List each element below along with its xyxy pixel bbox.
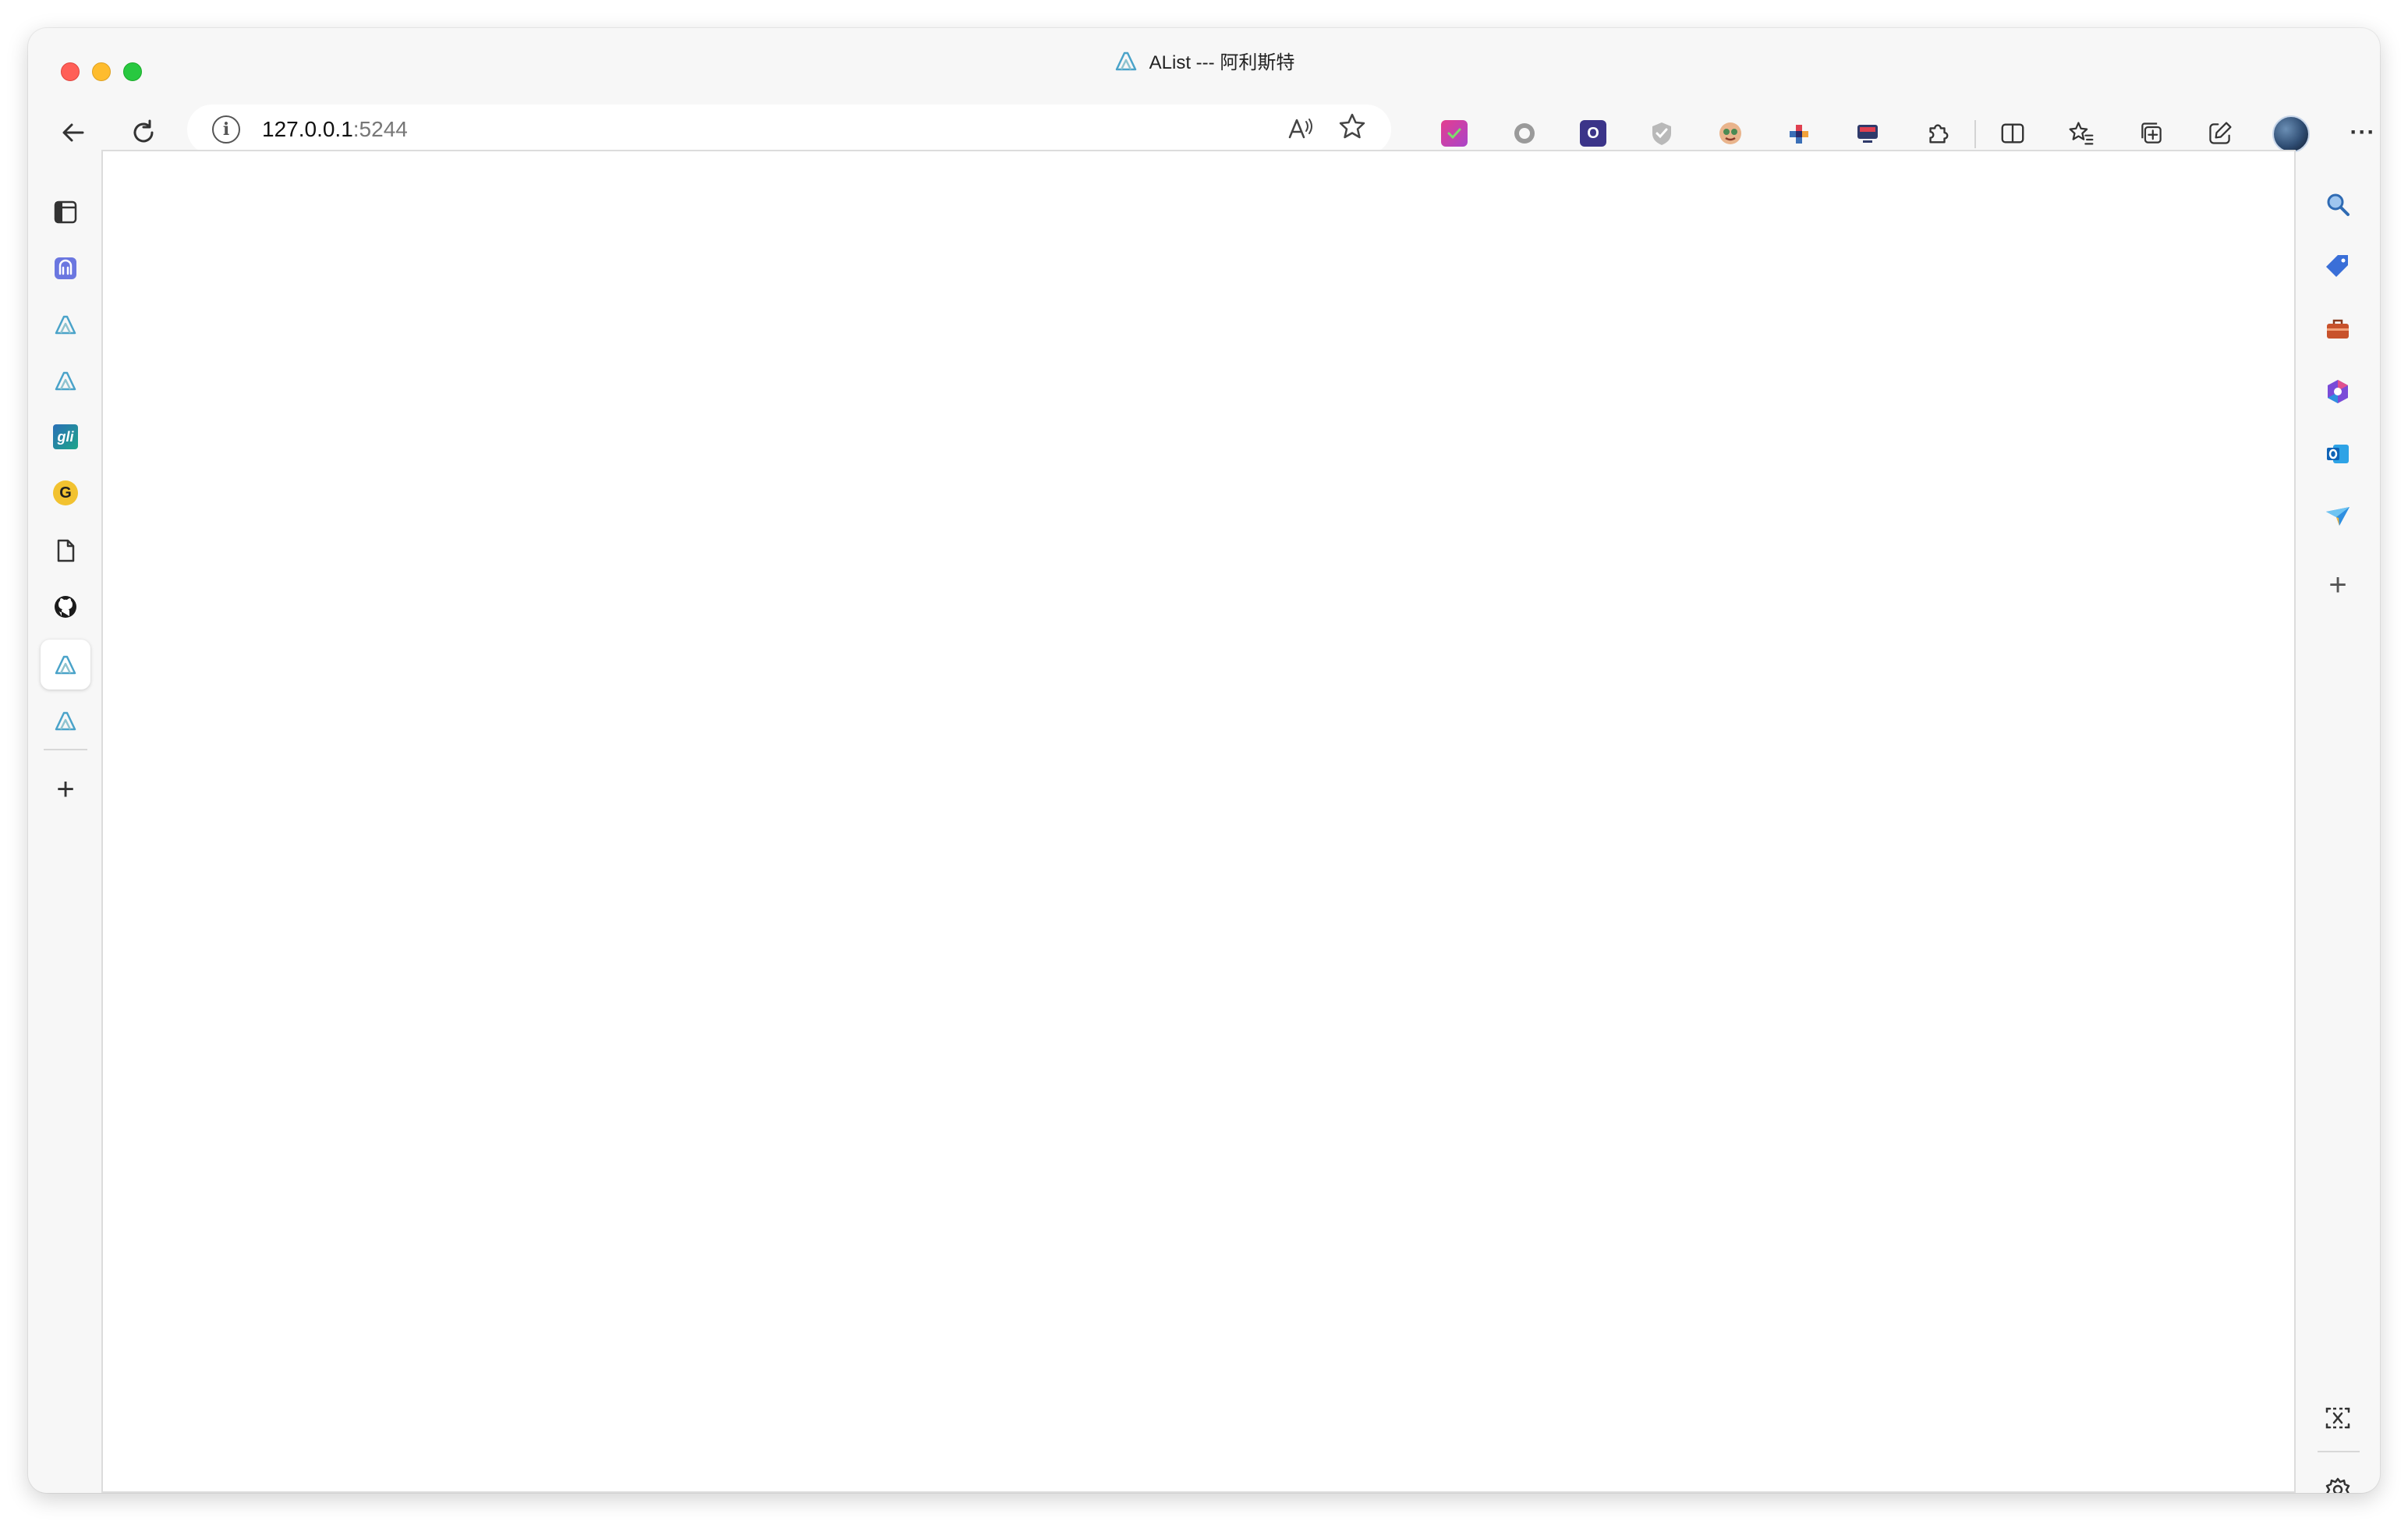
share-edit-icon (2209, 122, 2232, 144)
collections-icon (2141, 122, 2162, 144)
url-port: :5244 (352, 117, 408, 141)
gli-glyph: gli (57, 428, 74, 445)
info-icon[interactable]: i (212, 115, 240, 144)
shopping-tag-icon (2326, 255, 2348, 277)
sidebar-office-button[interactable] (2313, 367, 2363, 417)
plus-icon: + (56, 771, 75, 807)
tab-actions-button[interactable] (41, 187, 90, 237)
plus-icon: + (2328, 567, 2347, 602)
extension-shield-icon[interactable] (1648, 120, 1675, 147)
screen-icon (1857, 125, 1878, 143)
extension-purple-o-glyph: O (1587, 124, 1599, 142)
collections-button[interactable] (2138, 120, 2165, 147)
grammarly-glyph: G (59, 484, 72, 502)
window-title: AList --- 阿利斯特 (1149, 52, 1295, 73)
sidebar-divider (2318, 1451, 2360, 1452)
screenshot-icon (2325, 1407, 2350, 1429)
sidebar-tab-alist-2[interactable] (41, 356, 90, 406)
extension-face-icon[interactable] (1717, 120, 1744, 147)
sidebar-tab-omnivore[interactable] (41, 243, 90, 293)
page-content[interactable] (101, 150, 2296, 1493)
outlook-icon (2327, 445, 2349, 463)
extensions-button[interactable] (1925, 120, 1951, 147)
read-aloud-button[interactable] (1285, 112, 1316, 150)
settings-icon (2325, 1477, 2350, 1493)
window-title-group: AList --- 阿利斯特 (28, 47, 2380, 74)
favorites-button[interactable] (2068, 120, 2095, 147)
sidebar-settings-button[interactable] (2313, 1465, 2363, 1493)
sidebar-tab-alist-active[interactable] (41, 640, 90, 690)
extension-screen-icon[interactable] (1854, 120, 1881, 147)
profile-avatar[interactable] (2272, 115, 2310, 153)
sidebar-tab-grammarly[interactable]: G (41, 468, 90, 518)
url-host: 127.0.0.1 (262, 117, 353, 141)
sidebar-shopping-button[interactable] (2313, 242, 2363, 292)
grammarly-icon: G (53, 480, 78, 505)
sidebar-tab-document[interactable] (41, 526, 90, 576)
alist-icon (55, 371, 76, 391)
star-icon (1339, 113, 1365, 139)
favorite-button[interactable] (1337, 111, 1368, 149)
tools-briefcase-icon (2327, 319, 2349, 339)
browser-window: AList --- 阿利斯特 i 127.0.0.1:5244 O ··· gl… (28, 28, 2380, 1493)
split-screen-icon (2001, 123, 2024, 144)
check-icon (1447, 128, 1461, 140)
office-icon (2328, 380, 2348, 403)
sidebar-screenshot-button[interactable] (2313, 1393, 2363, 1443)
edge-sidebar: + (2297, 168, 2380, 1493)
extension-colorful-icon[interactable] (1786, 120, 1812, 147)
omnivore-icon (55, 257, 76, 279)
alist-icon (55, 711, 76, 731)
gray-circle-icon (1514, 123, 1535, 144)
back-arrow-icon (62, 123, 84, 142)
address-bar[interactable]: i 127.0.0.1:5244 (187, 105, 1391, 154)
tab-actions-icon (54, 200, 77, 224)
more-icon: ··· (2350, 119, 2376, 145)
toolbar-divider (1974, 120, 1976, 148)
alist-icon (1115, 51, 1136, 70)
colorful-icon (1790, 125, 1808, 144)
alist-icon (55, 315, 76, 335)
puzzle-icon (1929, 124, 1949, 144)
back-button[interactable] (48, 108, 98, 158)
favorites-list-icon (2069, 122, 2094, 145)
split-screen-button[interactable] (1999, 120, 2026, 147)
face-icon (1719, 122, 1741, 144)
read-aloud-icon (1288, 119, 1312, 139)
extension-gray-circle-icon[interactable] (1511, 120, 1538, 147)
sidebar-divider (44, 749, 87, 750)
sidebar-search-button[interactable] (2313, 179, 2363, 229)
document-icon (57, 539, 75, 562)
sidebar-tab-gli[interactable]: gli (41, 412, 90, 462)
extension-pink-check-icon[interactable] (1441, 120, 1468, 147)
shield-icon (1652, 122, 1671, 145)
vertical-tabs-sidebar: gli G + (28, 168, 101, 1493)
url-text[interactable]: 127.0.0.1:5244 (262, 117, 408, 142)
share-button[interactable] (2207, 120, 2233, 147)
search-icon (2327, 193, 2350, 216)
sidebar-tab-alist-1[interactable] (41, 300, 90, 349)
refresh-icon (133, 119, 154, 143)
alist-icon (55, 655, 76, 675)
sidebar-outlook-button[interactable] (2313, 429, 2363, 479)
send-icon (2326, 507, 2350, 526)
gli-icon: gli (53, 424, 78, 449)
sidebar-add-button[interactable]: + (2313, 560, 2363, 610)
sidebar-tab-github[interactable] (41, 582, 90, 632)
sidebar-tab-alist-3[interactable] (41, 696, 90, 746)
more-button[interactable]: ··· (2338, 108, 2380, 158)
github-icon (55, 596, 76, 618)
title-bar: AList --- 阿利斯特 (28, 28, 2380, 90)
extension-purple-o-icon[interactable]: O (1580, 120, 1606, 147)
sidebar-send-button[interactable] (2313, 491, 2363, 541)
new-tab-button[interactable]: + (41, 764, 90, 814)
sidebar-tools-button[interactable] (2313, 304, 2363, 354)
